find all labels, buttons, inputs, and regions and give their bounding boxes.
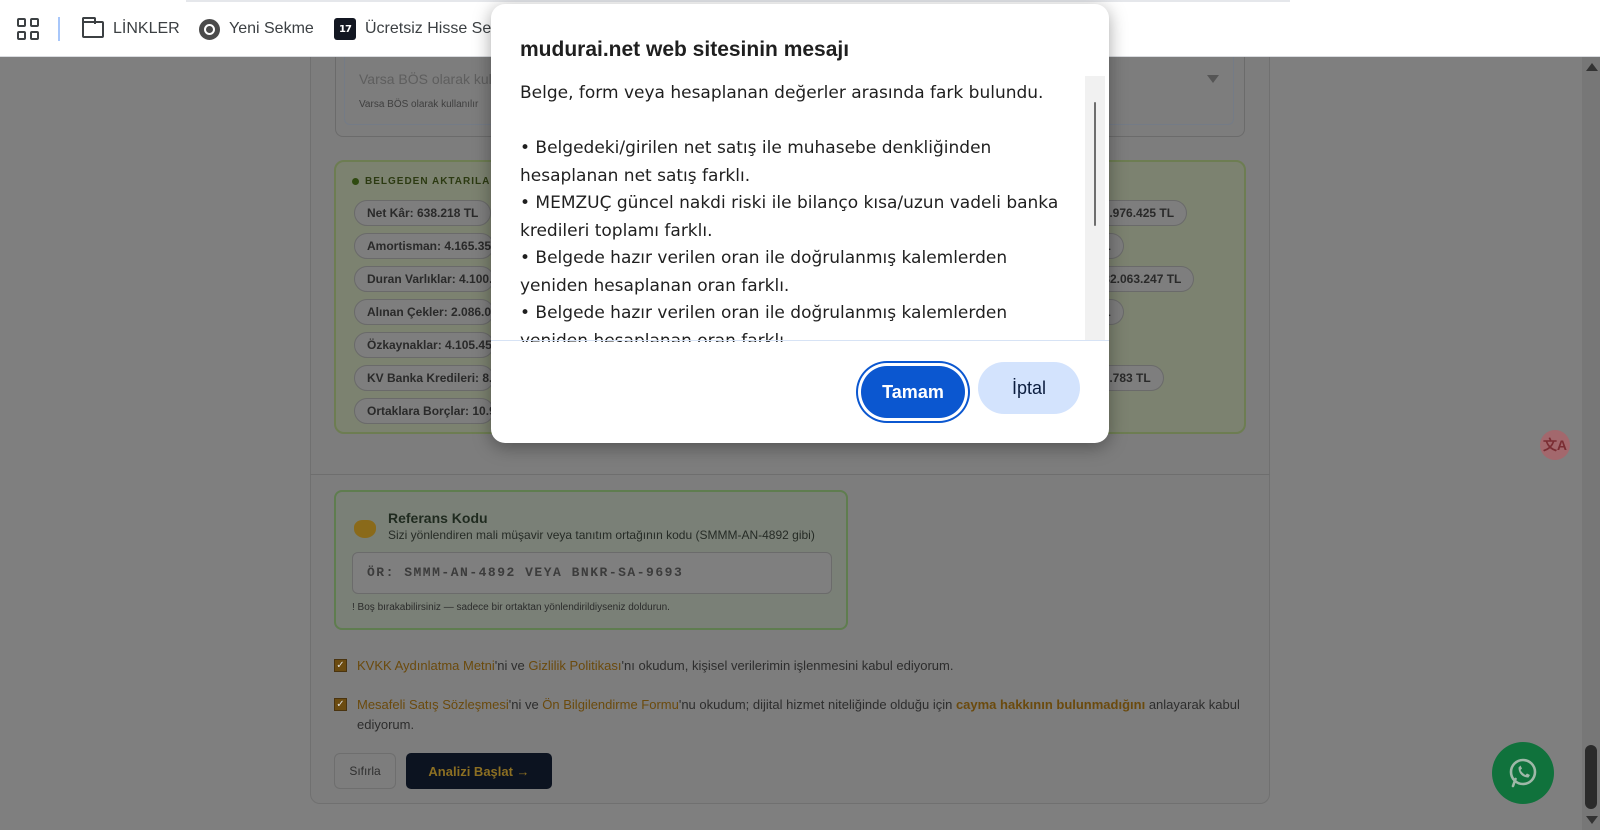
distance-sales-consent-row: ✓ Mesafeli Satış Sözleşmesi'ni ve Ön Bil… — [334, 695, 1246, 735]
apps-grid-icon[interactable] — [17, 18, 39, 40]
whatsapp-icon — [1509, 758, 1537, 788]
referral-code-input[interactable]: ÖR: SMMM-AN-4892 VEYA BNKR-SA-9693 — [352, 552, 832, 594]
referral-title: Referans Kodu — [388, 510, 488, 526]
dialog-separator — [491, 340, 1109, 341]
bookmark-linkler[interactable]: LİNKLER — [82, 16, 180, 42]
start-analysis-button[interactable]: Analizi Başlat → — [406, 753, 552, 789]
distance-sales-link[interactable]: Mesafeli Satış Sözleşmesi — [357, 697, 509, 712]
distance-sales-consent-text: Mesafeli Satış Sözleşmesi'ni ve Ön Bilgi… — [357, 697, 1240, 732]
tab-strip-edge — [186, 0, 1290, 2]
value-chip: Ortaklara Borçlar: 10.9 — [354, 398, 494, 424]
value-chip: 41.976.425 TL — [1096, 200, 1188, 226]
ok-button[interactable]: Tamam — [861, 366, 965, 418]
extracted-values-heading: BELGEDEN AKTARILAN — [352, 176, 499, 187]
kvkk-link[interactable]: KVKK Aydınlatma Metni — [357, 658, 495, 673]
kvkk-consent-row: ✓ KVKK Aydınlatma Metni'ni ve Gizlilik P… — [334, 656, 1234, 676]
page-scrollbar[interactable] — [1582, 57, 1600, 830]
reset-button[interactable]: Sıfırla — [334, 753, 396, 789]
dialog-bullet: • Belgede hazır verilen oran ile doğrula… — [520, 248, 1008, 296]
preliminary-info-link[interactable]: Ön Bilgilendirme Formu — [542, 697, 679, 712]
cancel-button[interactable]: İptal — [978, 362, 1080, 414]
referral-note: ! Boş bırakabilirsiniz — sadece bir orta… — [352, 602, 670, 613]
bos-select-help: Varsa BÖS olarak kullanılır — [359, 99, 479, 110]
dialog-scrollbar[interactable] — [1085, 76, 1105, 340]
value-chip: Özkaynaklar: 4.105.450 — [354, 332, 494, 358]
value-chip: Net Kâr: 638.218 TL — [354, 200, 492, 226]
bookmark-ucretsiz-hisse[interactable]: 17 Ücretsiz Hisse Ser — [334, 16, 497, 42]
kvkk-consent-text: KVKK Aydınlatma Metni'ni ve Gizlilik Pol… — [357, 658, 954, 673]
bookmark-yeni-sekme[interactable]: Yeni Sekme — [199, 16, 314, 42]
handshake-icon — [354, 520, 376, 538]
scroll-down-icon[interactable] — [1586, 816, 1598, 824]
tradingview-icon: 17 — [334, 18, 356, 40]
kvkk-checkbox[interactable]: ✓ — [334, 659, 347, 672]
status-dot-icon — [352, 178, 359, 185]
chrome-icon — [199, 18, 220, 40]
distance-sales-checkbox[interactable]: ✓ — [334, 698, 347, 711]
value-chip: Amortisman: 4.165.354 — [354, 233, 494, 259]
value-chip: Alınan Çekler: 2.086.00 — [354, 299, 494, 325]
privacy-policy-link[interactable]: Gizlilik Politikası — [528, 658, 621, 673]
alert-dialog: mudurai.net web sitesinin mesajı Belge, … — [491, 4, 1109, 443]
dialog-intro: Belge, form veya hesaplanan değerler ara… — [520, 83, 1044, 103]
chevron-down-icon — [1207, 75, 1219, 83]
referral-section: Referans Kodu Sizi yönlendiren mali müşa… — [334, 490, 848, 630]
bookmark-label: Ücretsiz Hisse Ser — [365, 20, 497, 37]
value-chip: KV Banka Kredileri: 8.4 — [354, 365, 494, 391]
bos-select-placeholder: Varsa BÖS olarak kulla — [359, 71, 503, 87]
dialog-title: mudurai.net web sitesinin mesajı — [520, 38, 850, 61]
dialog-scrollbar-thumb[interactable] — [1094, 102, 1096, 226]
bookmark-label: Yeni Sekme — [229, 20, 314, 37]
withdrawal-right-link[interactable]: cayma hakkının bulunmadığını — [956, 697, 1145, 712]
dialog-bullet: • MEMZUÇ güncel nakdi riski ile bilanço … — [520, 193, 1059, 241]
translate-icon[interactable]: 文A — [1540, 430, 1570, 460]
dialog-bullet: • Belgede hazır verilen oran ile doğrula… — [520, 303, 1008, 342]
folder-icon — [82, 16, 104, 38]
bookmarks-separator — [58, 17, 60, 41]
value-chip: Duran Varlıklar: 4.100.2 — [354, 266, 494, 292]
value-chip: : 32.063.247 TL — [1096, 266, 1195, 292]
scroll-up-icon[interactable] — [1586, 63, 1598, 71]
whatsapp-button[interactable] — [1492, 742, 1554, 804]
dialog-message: Belge, form veya hesaplanan değerler ara… — [520, 80, 1060, 342]
scrollbar-thumb[interactable] — [1585, 745, 1597, 809]
bookmark-label: LİNKLER — [113, 20, 180, 37]
referral-subtitle: Sizi yönlendiren mali müşavir veya tanıt… — [388, 528, 815, 542]
dialog-bullet: • Belgedeki/girilen net satış ile muhase… — [520, 138, 992, 186]
section-divider — [310, 474, 1270, 475]
